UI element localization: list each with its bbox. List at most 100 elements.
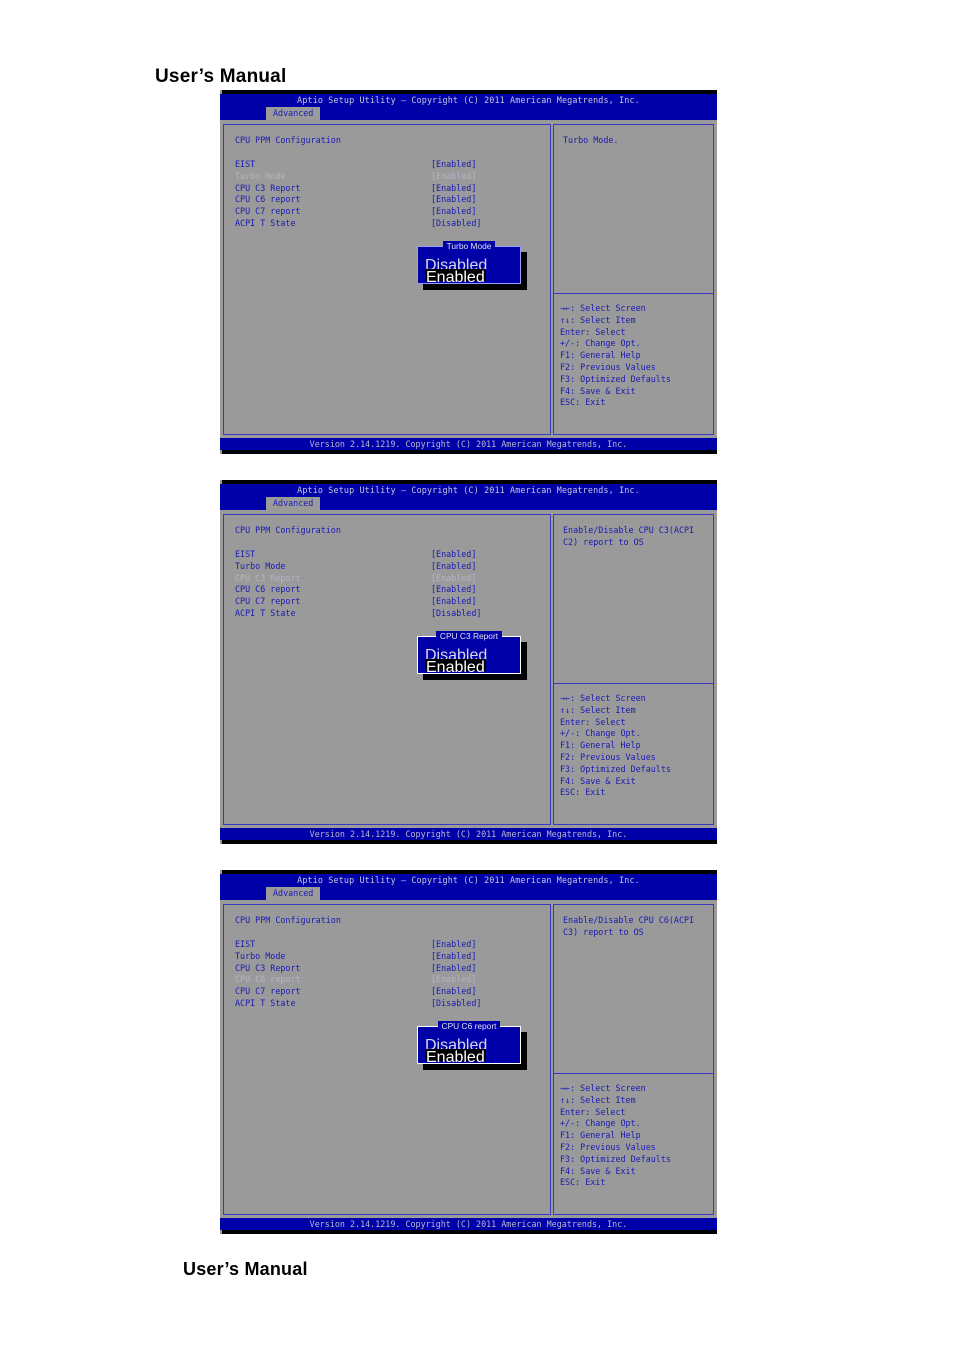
- key-legend: →←: Select Screen ↑↓: Select Item Enter: S…: [560, 1083, 709, 1189]
- setting-label: CPU C6 report: [235, 974, 301, 985]
- bios-version-text: Version 2.14.1219. Copyright (C) 2011 Am…: [309, 439, 628, 449]
- key-legend-item: F3: Optimized Defaults: [560, 763, 671, 774]
- setting-row[interactable]: CPU C3 Report [Enabled]: [235, 183, 544, 195]
- setting-value[interactable]: [Disabled]: [431, 998, 481, 1010]
- help-pane: Enable/Disable CPU C6(ACPI C3) report to…: [553, 904, 714, 1215]
- key-legend-item: F4: Save & Exit: [560, 1165, 636, 1176]
- setting-row[interactable]: CPU C7 report [Enabled]: [235, 206, 544, 218]
- help-text: Turbo Mode.: [563, 135, 619, 145]
- setting-value[interactable]: [Enabled]: [431, 986, 476, 998]
- setting-value[interactable]: [Enabled]: [431, 549, 476, 561]
- setting-row[interactable]: CPU C6 report [Enabled]: [235, 974, 544, 986]
- tab-advanced[interactable]: Advanced: [266, 497, 321, 510]
- setting-label: Turbo Mode: [235, 950, 286, 961]
- dialog-option-list: Disabled Enabled: [425, 647, 516, 676]
- section-title: CPU PPM Configuration: [235, 915, 341, 925]
- setting-value[interactable]: [Enabled]: [431, 206, 476, 218]
- setting-row[interactable]: ACPI T State [Disabled]: [235, 608, 544, 620]
- setting-label: CPU C3 Report: [235, 182, 301, 193]
- setting-label: EIST: [235, 549, 256, 559]
- key-legend-item: +/-: Change Opt.: [560, 1118, 641, 1129]
- key-legend-item: +/-: Change Opt.: [560, 728, 641, 739]
- help-divider: [554, 683, 713, 684]
- setting-row[interactable]: CPU C7 report [Enabled]: [235, 986, 544, 998]
- tab-advanced[interactable]: Advanced: [266, 887, 321, 900]
- key-legend-item: F1: General Help: [560, 350, 641, 361]
- bios-title-text: Aptio Setup Utility – Copyright (C) 2011…: [297, 875, 640, 885]
- setting-value[interactable]: [Enabled]: [431, 974, 476, 986]
- setting-value[interactable]: [Enabled]: [431, 596, 476, 608]
- setting-value[interactable]: [Enabled]: [431, 573, 476, 585]
- dialog-option[interactable]: Enabled: [425, 1048, 486, 1066]
- setting-row[interactable]: Turbo Mode [Enabled]: [235, 561, 544, 573]
- setting-row[interactable]: EIST [Enabled]: [235, 549, 544, 561]
- setting-value[interactable]: [Enabled]: [431, 159, 476, 171]
- key-legend-item: ESC: Exit: [560, 787, 606, 798]
- bios-menu-bar: Advanced: [220, 887, 717, 900]
- setting-label: CPU C6 report: [235, 584, 301, 595]
- setting-value[interactable]: [Enabled]: [431, 561, 476, 573]
- setting-row[interactable]: EIST [Enabled]: [235, 939, 544, 951]
- setting-value[interactable]: [Enabled]: [431, 584, 476, 596]
- key-legend-item: ESC: Exit: [560, 397, 606, 408]
- bios-title-text: Aptio Setup Utility – Copyright (C) 2011…: [297, 95, 640, 105]
- dialog-option[interactable]: Disabled: [425, 647, 487, 664]
- key-legend-item: ↑↓: Select Item: [560, 704, 636, 715]
- key-legend-item: F4: Save & Exit: [560, 775, 636, 786]
- key-legend-item: →←: Select Screen: [560, 1083, 646, 1093]
- key-legend-item: F2: Previous Values: [560, 1141, 656, 1152]
- setting-row[interactable]: CPU C3 Report [Enabled]: [235, 963, 544, 975]
- bios-titlebar: Aptio Setup Utility – Copyright (C) 2011…: [220, 484, 717, 497]
- dialog-title-text: CPU C6 report: [437, 1021, 501, 1031]
- key-legend-item: ESC: Exit: [560, 1177, 606, 1188]
- setting-value[interactable]: [Disabled]: [431, 218, 481, 230]
- dialog-option-list: Disabled Enabled: [425, 1037, 516, 1066]
- help-divider: [554, 293, 713, 294]
- dialog-title-text: CPU C3 Report: [435, 631, 503, 641]
- key-legend-item: +/-: Change Opt.: [560, 338, 641, 349]
- setting-row[interactable]: Turbo Mode [Enabled]: [235, 951, 544, 963]
- setting-label: Turbo Mode: [235, 560, 286, 571]
- key-legend-item: F3: Optimized Defaults: [560, 373, 671, 384]
- dialog-option[interactable]: Disabled: [425, 257, 487, 274]
- dialog-title: CPU C6 report: [418, 1021, 520, 1031]
- page-title-bottom: User’s Manual: [183, 1259, 308, 1279]
- setting-label: CPU C7 report: [235, 206, 301, 217]
- bios-titlebar: Aptio Setup Utility – Copyright (C) 2011…: [220, 94, 717, 107]
- dialog-option[interactable]: Enabled: [425, 268, 486, 286]
- dialog-option[interactable]: Disabled: [425, 1037, 487, 1054]
- key-legend-item: ↑↓: Select Item: [560, 314, 636, 325]
- setting-row[interactable]: ACPI T State [Disabled]: [235, 218, 544, 230]
- setting-label: Turbo Mode: [235, 170, 286, 181]
- settings-list: EIST [Enabled] Turbo Mode [Enabled] CPU C3 R…: [235, 159, 544, 230]
- setting-label: CPU C7 report: [235, 986, 301, 997]
- settings-list: EIST [Enabled] Turbo Mode [Enabled] CPU C3 R…: [235, 939, 544, 1010]
- setting-value[interactable]: [Enabled]: [431, 951, 476, 963]
- setting-row[interactable]: EIST [Enabled]: [235, 159, 544, 171]
- key-legend-item: F2: Previous Values: [560, 751, 656, 762]
- setting-value[interactable]: [Enabled]: [431, 194, 476, 206]
- help-text: Enable/Disable CPU C6(ACPI C3) report to…: [563, 915, 695, 937]
- setting-value[interactable]: [Enabled]: [431, 963, 476, 975]
- setting-row[interactable]: CPU C6 report [Enabled]: [235, 194, 544, 206]
- setting-row[interactable]: ACPI T State [Disabled]: [235, 998, 544, 1010]
- setting-value[interactable]: [Enabled]: [431, 171, 476, 183]
- key-legend-item: Enter: Select: [560, 716, 626, 727]
- dialog-option[interactable]: Enabled: [425, 658, 486, 676]
- setting-value[interactable]: [Enabled]: [431, 183, 476, 195]
- setting-row[interactable]: CPU C7 report [Enabled]: [235, 596, 544, 608]
- bios-titlebar: Aptio Setup Utility – Copyright (C) 2011…: [220, 874, 717, 887]
- setting-label: EIST: [235, 939, 256, 949]
- setting-label: EIST: [235, 159, 256, 169]
- key-legend-item: →←: Select Screen: [560, 303, 646, 313]
- setting-row[interactable]: CPU C3 Report [Enabled]: [235, 573, 544, 585]
- option-dialog: CPU C6 report Disabled Enabled: [417, 1021, 521, 1066]
- key-legend: →←: Select Screen ↑↓: Select Item Enter: S…: [560, 303, 709, 409]
- setting-value[interactable]: [Enabled]: [431, 939, 476, 951]
- setting-value[interactable]: [Disabled]: [431, 608, 481, 620]
- setting-row[interactable]: Turbo Mode [Enabled]: [235, 171, 544, 183]
- bios-version-text: Version 2.14.1219. Copyright (C) 2011 Am…: [309, 1219, 628, 1229]
- section-title: CPU PPM Configuration: [235, 525, 341, 535]
- setting-row[interactable]: CPU C6 report [Enabled]: [235, 584, 544, 596]
- tab-advanced[interactable]: Advanced: [266, 107, 321, 120]
